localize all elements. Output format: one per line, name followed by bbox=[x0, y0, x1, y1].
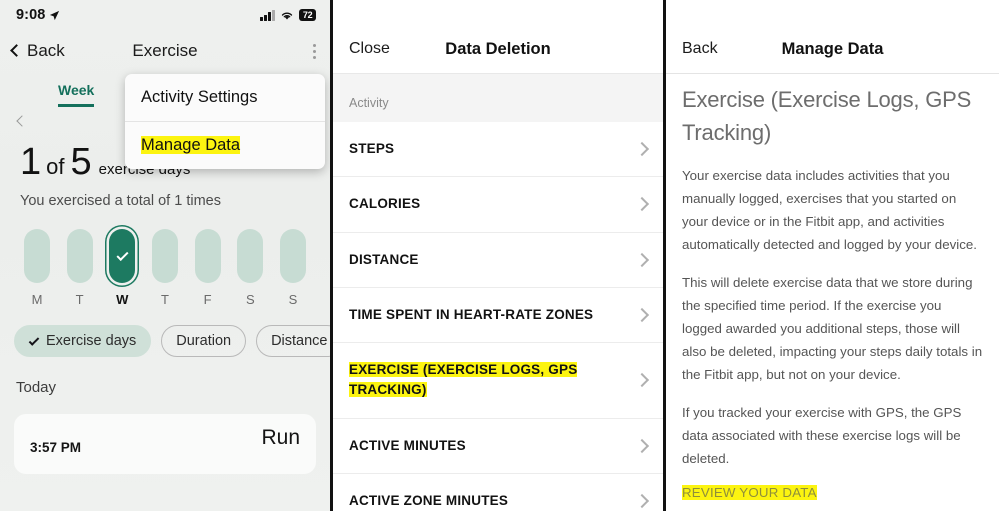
day-column[interactable]: F bbox=[193, 229, 223, 307]
today-section-label: Today bbox=[16, 379, 57, 396]
day-label: S bbox=[245, 292, 255, 307]
detail-title: Exercise (Exercise Logs, GPS Tracking) bbox=[682, 87, 972, 145]
summary-subtitle: You exercised a total of 1 times bbox=[20, 193, 221, 209]
detail-paragraph: This will delete exercise data that we s… bbox=[682, 275, 983, 383]
day-pill[interactable] bbox=[24, 229, 50, 283]
chevron-right-icon bbox=[634, 142, 650, 157]
back-button-label: Back bbox=[27, 41, 65, 60]
day-column[interactable]: M bbox=[22, 229, 52, 307]
chevron-right-icon bbox=[634, 438, 650, 453]
status-indicators: 72 bbox=[260, 9, 316, 21]
close-button[interactable]: Close bbox=[349, 40, 390, 58]
row-active-minutes[interactable]: ACTIVE MINUTES bbox=[333, 419, 663, 474]
day-column[interactable]: S bbox=[235, 229, 265, 307]
check-icon bbox=[116, 248, 129, 262]
battery-indicator: 72 bbox=[298, 9, 316, 21]
chevron-right-icon bbox=[634, 493, 650, 508]
tab-week[interactable]: Week bbox=[58, 82, 95, 107]
day-label: M bbox=[31, 292, 43, 307]
day-pill-active[interactable] bbox=[109, 229, 136, 283]
cellular-signal-icon bbox=[260, 9, 275, 21]
data-deletion-screen: Close Data Deletion Activity STEPS CALOR… bbox=[333, 0, 666, 511]
menu-item-manage-data[interactable]: Manage Data bbox=[125, 121, 325, 169]
day-pill[interactable] bbox=[237, 229, 264, 283]
row-label: DISTANCE bbox=[349, 251, 419, 267]
status-clock: 9:08 bbox=[16, 7, 46, 23]
log-activity-type: Run bbox=[261, 426, 300, 449]
metric-filter-chips: Exercise days Duration Distance bbox=[0, 307, 330, 357]
row-calories[interactable]: CALORIES bbox=[333, 177, 663, 233]
day-column[interactable]: T bbox=[150, 229, 180, 307]
chip-distance[interactable]: Distance bbox=[256, 325, 330, 357]
day-label: W bbox=[116, 292, 129, 307]
chevron-right-icon bbox=[634, 197, 650, 212]
day-column[interactable]: T bbox=[65, 229, 95, 307]
overflow-menu: Activity Settings Manage Data bbox=[125, 74, 325, 169]
row-label: TIME SPENT IN HEART-RATE ZONES bbox=[349, 306, 594, 322]
row-time-spent-in-heart-rate-zones[interactable]: TIME SPENT IN HEART-RATE ZONES bbox=[333, 288, 663, 343]
back-button[interactable]: Back bbox=[682, 40, 718, 58]
day-label: S bbox=[288, 292, 298, 307]
location-arrow-icon bbox=[50, 10, 60, 20]
check-icon bbox=[28, 334, 40, 346]
review-your-data-link[interactable]: REVIEW YOUR DATA bbox=[682, 485, 817, 501]
manage-data-navbar: Back Manage Data bbox=[666, 0, 999, 74]
exercise-days-goal: 5 bbox=[70, 141, 92, 183]
kebab-menu-icon[interactable] bbox=[311, 40, 318, 63]
manage-data-screen: Back Manage Data Exercise (Exercise Logs… bbox=[666, 0, 999, 511]
day-label: F bbox=[203, 292, 212, 307]
detail-body: Your exercise data includes activities t… bbox=[666, 164, 999, 502]
day-column[interactable]: S bbox=[278, 229, 308, 307]
day-pill[interactable] bbox=[151, 229, 178, 283]
exercise-screen: 9:08 72 Back Exercise Week 1 of 5 exerci… bbox=[0, 0, 333, 511]
back-button[interactable]: Back bbox=[10, 41, 65, 61]
row-label: EXERCISE (EXERCISE LOGS, GPS TRACKING) bbox=[349, 360, 637, 401]
row-active-zone-minutes[interactable]: ACTIVE ZONE MINUTES bbox=[333, 474, 663, 511]
day-label: T bbox=[75, 292, 84, 307]
day-pill[interactable] bbox=[66, 229, 93, 283]
summary-of-word: of bbox=[46, 154, 65, 179]
menu-item-label: Activity Settings bbox=[141, 88, 258, 106]
exercise-days-count: 1 bbox=[20, 141, 41, 183]
row-label-highlight: EXERCISE (EXERCISE LOGS, GPS TRACKING) bbox=[349, 362, 578, 398]
wifi-icon bbox=[281, 12, 293, 20]
day-pill[interactable] bbox=[194, 229, 221, 283]
row-exercise[interactable]: EXERCISE (EXERCISE LOGS, GPS TRACKING) bbox=[333, 343, 663, 419]
section-header-activity: Activity bbox=[333, 74, 663, 122]
row-label: CALORIES bbox=[349, 196, 421, 212]
chip-label: Duration bbox=[176, 333, 232, 349]
row-distance[interactable]: DISTANCE bbox=[333, 233, 663, 288]
day-column-active[interactable]: W bbox=[107, 229, 137, 307]
menu-item-activity-settings[interactable]: Activity Settings bbox=[125, 74, 325, 121]
row-label: ACTIVE ZONE MINUTES bbox=[349, 492, 509, 508]
chip-duration[interactable]: Duration bbox=[161, 325, 247, 357]
status-bar: 9:08 72 bbox=[0, 0, 330, 30]
chip-exercise-days[interactable]: Exercise days bbox=[14, 325, 152, 357]
day-label: T bbox=[160, 292, 169, 307]
three-panel-screenshot: 9:08 72 Back Exercise Week 1 of 5 exerci… bbox=[0, 0, 999, 511]
status-time-group: 9:08 bbox=[16, 7, 60, 23]
exercise-log-card[interactable]: 3:57 PM Run bbox=[14, 414, 316, 474]
row-steps[interactable]: STEPS bbox=[333, 122, 663, 178]
chip-label: Distance bbox=[271, 333, 328, 349]
chevron-left-icon bbox=[10, 44, 23, 57]
chevron-right-icon bbox=[634, 373, 650, 388]
row-label: STEPS bbox=[349, 141, 395, 156]
exercise-navbar: Back Exercise bbox=[0, 30, 330, 72]
detail-paragraph: If you tracked your exercise with GPS, t… bbox=[682, 405, 962, 467]
menu-item-label: Manage Data bbox=[141, 136, 241, 154]
day-pill[interactable] bbox=[279, 229, 306, 283]
chevron-right-icon bbox=[634, 307, 650, 322]
row-label: ACTIVE MINUTES bbox=[349, 437, 466, 453]
chip-label: Exercise days bbox=[46, 333, 137, 349]
log-time: 3:57 PM bbox=[30, 440, 82, 455]
weekday-pills: M T W T F S S bbox=[0, 209, 330, 307]
detail-paragraph: Your exercise data includes activities t… bbox=[682, 168, 977, 253]
data-deletion-navbar: Close Data Deletion bbox=[333, 0, 663, 74]
chevron-right-icon bbox=[634, 252, 650, 267]
